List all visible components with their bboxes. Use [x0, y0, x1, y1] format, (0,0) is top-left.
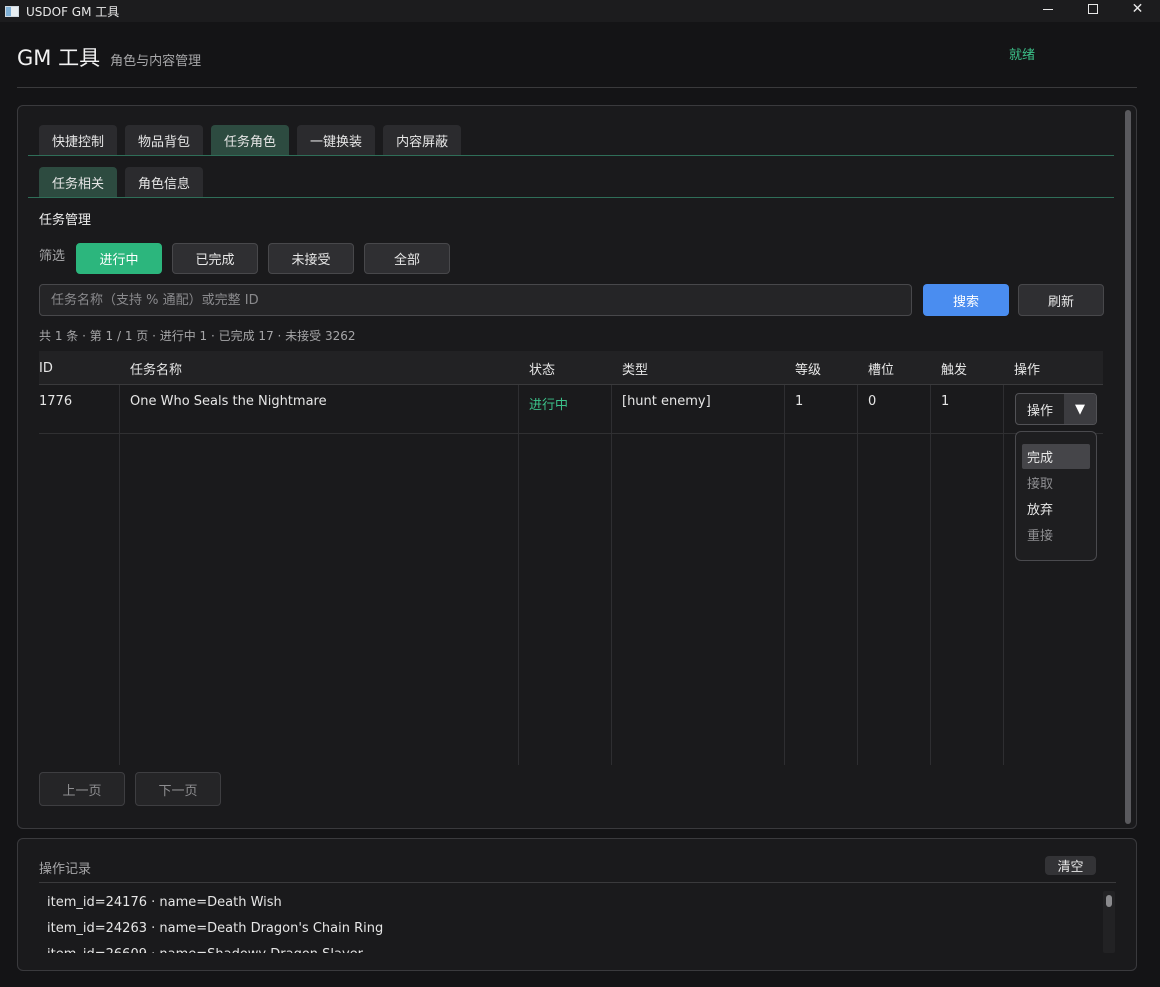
log-item[interactable]: item_id=24263 · name=Death Dragon's Chai… — [39, 915, 1099, 941]
log-item[interactable]: item_id=24176 · name=Death Wish — [39, 889, 1099, 915]
log-title: 操作记录 — [39, 862, 92, 877]
page-title: GM 工具 — [17, 46, 101, 70]
tab-item-inventory[interactable]: 物品背包 — [125, 125, 204, 155]
page-subtitle: 角色与内容管理 — [110, 54, 202, 69]
log-scrollbar[interactable] — [1103, 891, 1115, 953]
maximize-button[interactable] — [1070, 0, 1115, 18]
result-summary: 共 1 条 · 第 1 / 1 页 · 进行中 1 · 已完成 17 · 未接受… — [39, 329, 356, 343]
main-tabbar: 快捷控制 物品背包 任务角色 一键换装 内容屏蔽 — [39, 125, 462, 155]
filter-label: 筛选 — [39, 249, 66, 264]
status-indicator: 就绪 — [1009, 48, 1036, 63]
column-header-action: 操作 — [1014, 362, 1041, 378]
tab-one-click-outfit[interactable]: 一键换装 — [297, 125, 376, 155]
action-dropdown-menu: 完成 接取 放弃 重接 — [1015, 431, 1097, 561]
operation-log-panel: 操作记录 清空 item_id=24176 · name=Death Wish … — [17, 838, 1137, 971]
section-title: 任务管理 — [39, 213, 92, 228]
next-page-button[interactable]: 下一页 — [135, 772, 221, 806]
search-button[interactable]: 搜索 — [923, 284, 1009, 316]
log-divider — [39, 882, 1116, 883]
sub-tabbar: 任务相关 角色信息 — [39, 167, 204, 197]
page-header: GM 工具 角色与内容管理 — [17, 42, 201, 72]
column-header-type[interactable]: 类型 — [622, 351, 648, 385]
menu-item-accept: 接取 — [1027, 477, 1054, 492]
search-input[interactable] — [39, 284, 912, 316]
filter-completed-button[interactable]: 已完成 — [172, 243, 258, 274]
tab-content-block[interactable]: 内容屏蔽 — [383, 125, 462, 155]
window-title: USDOF GM 工具 — [26, 4, 120, 19]
action-select[interactable]: 操作 ▼ — [1015, 393, 1097, 425]
column-header-slot[interactable]: 槽位 — [868, 351, 894, 385]
main-scrollbar[interactable] — [1125, 110, 1131, 824]
column-header-trigger[interactable]: 触发 — [941, 351, 967, 385]
tab-quest-character[interactable]: 任务角色 — [211, 125, 290, 155]
log-list: item_id=24176 · name=Death Wish item_id=… — [39, 889, 1099, 954]
minimize-button[interactable] — [1025, 0, 1070, 18]
cell-level: 1 — [795, 394, 804, 409]
app-icon — [5, 5, 19, 17]
chevron-down-icon[interactable]: ▼ — [1064, 394, 1096, 424]
window-titlebar: USDOF GM 工具 ✕ — [0, 0, 1160, 22]
cell-name: One Who Seals the Nightmare — [130, 394, 327, 409]
tab-quick-control[interactable]: 快捷控制 — [39, 125, 118, 155]
subtab-quest[interactable]: 任务相关 — [39, 167, 118, 197]
subtab-character-info[interactable]: 角色信息 — [125, 167, 204, 197]
column-header-level[interactable]: 等级 — [795, 351, 821, 385]
refresh-button[interactable]: 刷新 — [1018, 284, 1104, 316]
window-controls: ✕ — [1025, 0, 1160, 22]
column-header-status[interactable]: 状态 — [529, 351, 555, 385]
subtab-underline — [28, 197, 1114, 198]
menu-item-complete[interactable]: 完成 — [1022, 444, 1090, 469]
action-select-label: 操作 — [1027, 403, 1054, 419]
cell-id: 1776 — [39, 394, 73, 409]
clear-log-button[interactable]: 清空 — [1045, 856, 1096, 875]
column-header-name[interactable]: 任务名称 — [130, 351, 182, 385]
filter-all-button[interactable]: 全部 — [364, 243, 450, 274]
close-icon: ✕ — [1131, 1, 1144, 17]
filter-not-accepted-button[interactable]: 未接受 — [268, 243, 354, 274]
minimize-icon — [1042, 8, 1053, 10]
quest-table: ID 任务名称 状态 类型 等级 槽位 触发 操作 1776 One Who S… — [39, 351, 1103, 765]
log-scrollbar-thumb[interactable] — [1106, 895, 1112, 907]
menu-item-reaccept: 重接 — [1027, 529, 1054, 544]
cell-status: 进行中 — [529, 398, 569, 413]
cell-trigger: 1 — [941, 394, 950, 409]
table-row[interactable]: 1776 One Who Seals the Nightmare 进行中 [hu… — [39, 386, 1103, 434]
cell-type: [hunt enemy] — [622, 394, 711, 409]
cell-slot: 0 — [868, 394, 877, 409]
log-item[interactable]: item_id=26609 · name=Shadowy Dragon Slay… — [39, 941, 1099, 954]
main-panel: 快捷控制 物品背包 任务角色 一键换装 内容屏蔽 任务相关 角色信息 任务管理 … — [17, 105, 1137, 829]
prev-page-button[interactable]: 上一页 — [39, 772, 125, 806]
close-button[interactable]: ✕ — [1115, 0, 1160, 18]
table-header: ID 任务名称 状态 类型 等级 槽位 触发 操作 — [39, 351, 1103, 385]
tab-underline — [28, 155, 1114, 156]
maximize-icon — [1087, 4, 1098, 14]
column-header-id[interactable]: ID — [39, 351, 53, 385]
menu-item-abandon[interactable]: 放弃 — [1022, 496, 1090, 521]
header-divider — [17, 87, 1137, 88]
filter-in-progress-button[interactable]: 进行中 — [76, 243, 162, 274]
